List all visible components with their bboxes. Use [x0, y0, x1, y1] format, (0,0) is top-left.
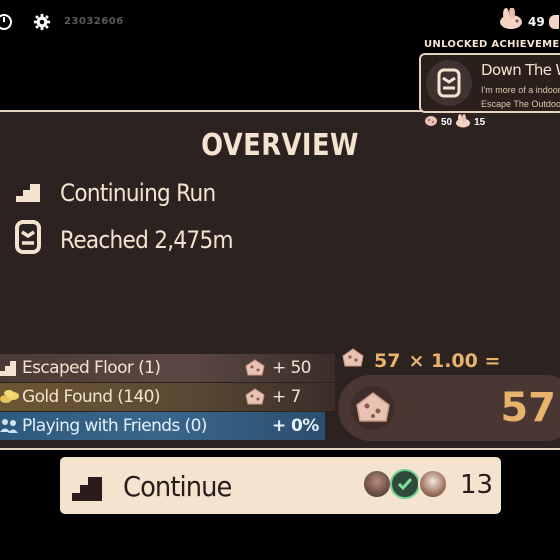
reward-cookies: 50	[441, 117, 453, 128]
avatar-ready	[390, 469, 420, 499]
bonus-label: Playing with Friends (0)	[22, 416, 207, 436]
total-value: 57	[500, 385, 556, 431]
run-seed: 23032606	[64, 16, 124, 27]
currency-value: 49	[528, 14, 545, 29]
reward-bunnies: 15	[474, 117, 486, 128]
bonus-label: Escaped Floor (1)	[22, 358, 161, 378]
gear-icon[interactable]	[32, 12, 52, 32]
overview-title: OVERVIEW	[201, 128, 359, 163]
calc-multiplier: × 1.00 =	[408, 349, 501, 372]
cookie-icon	[243, 386, 267, 413]
achievement-desc-line2: Escape The Outdoors	[481, 99, 560, 109]
ready-count: 13	[460, 470, 494, 500]
cookie-bunny-icon	[498, 7, 524, 35]
stat-label: Continuing Run	[60, 178, 216, 207]
achievement-name: Down The Wall	[481, 61, 560, 79]
cookie-icon	[243, 357, 267, 384]
avatar	[418, 469, 448, 499]
bonus-label: Gold Found (140)	[22, 387, 161, 407]
stat-label: Reached 2,475m	[60, 225, 234, 254]
bonus-row-escaped-floor: Escaped Floor (1) + 50	[0, 354, 335, 382]
currency-partial-icon	[548, 14, 559, 29]
gold-coins-icon	[0, 389, 20, 410]
bonus-value: + 50	[272, 358, 311, 378]
player-avatars	[362, 469, 448, 499]
stairs-icon	[14, 176, 42, 209]
continue-button[interactable]: Continue 13	[60, 457, 501, 514]
stairs-icon	[71, 470, 103, 507]
total-pill: 57	[338, 375, 560, 441]
bonus-row-gold-found: Gold Found (140) + 7	[0, 383, 335, 411]
cookie-icon	[348, 383, 398, 438]
exit-icon[interactable]	[0, 12, 14, 32]
cookie-icon	[340, 346, 366, 375]
avatar	[362, 469, 392, 499]
achievement-header: UNLOCKED ACHIEVEMENTS	[424, 39, 560, 50]
bonus-row-friends: Playing with Friends (0) + 0%	[0, 412, 325, 440]
achievement-card: Down The Wall I'm more of a indoor Escap…	[419, 53, 560, 113]
height-marker-icon	[426, 60, 472, 106]
stat-continuing-run: Continuing Run	[14, 176, 233, 209]
bonus-value: + 0%	[272, 416, 319, 436]
calc-base: 57	[374, 349, 401, 372]
currency-counter: 49	[498, 7, 559, 35]
achievement-desc-line1: I'm more of a indoor	[481, 85, 560, 95]
stat-reached-height: Reached 2,475m	[14, 220, 252, 259]
score-calculation: 57 × 1.00 =	[340, 346, 500, 375]
top-bar: 23032606 49	[0, 0, 560, 44]
height-marker-icon	[14, 220, 42, 259]
bonus-value: + 7	[272, 387, 301, 407]
continue-label: Continue	[123, 470, 232, 503]
achievement-description: I'm more of a indoor Escape The Outdoors	[481, 83, 560, 111]
friends-icon	[0, 418, 18, 439]
stairs-icon	[0, 360, 16, 381]
